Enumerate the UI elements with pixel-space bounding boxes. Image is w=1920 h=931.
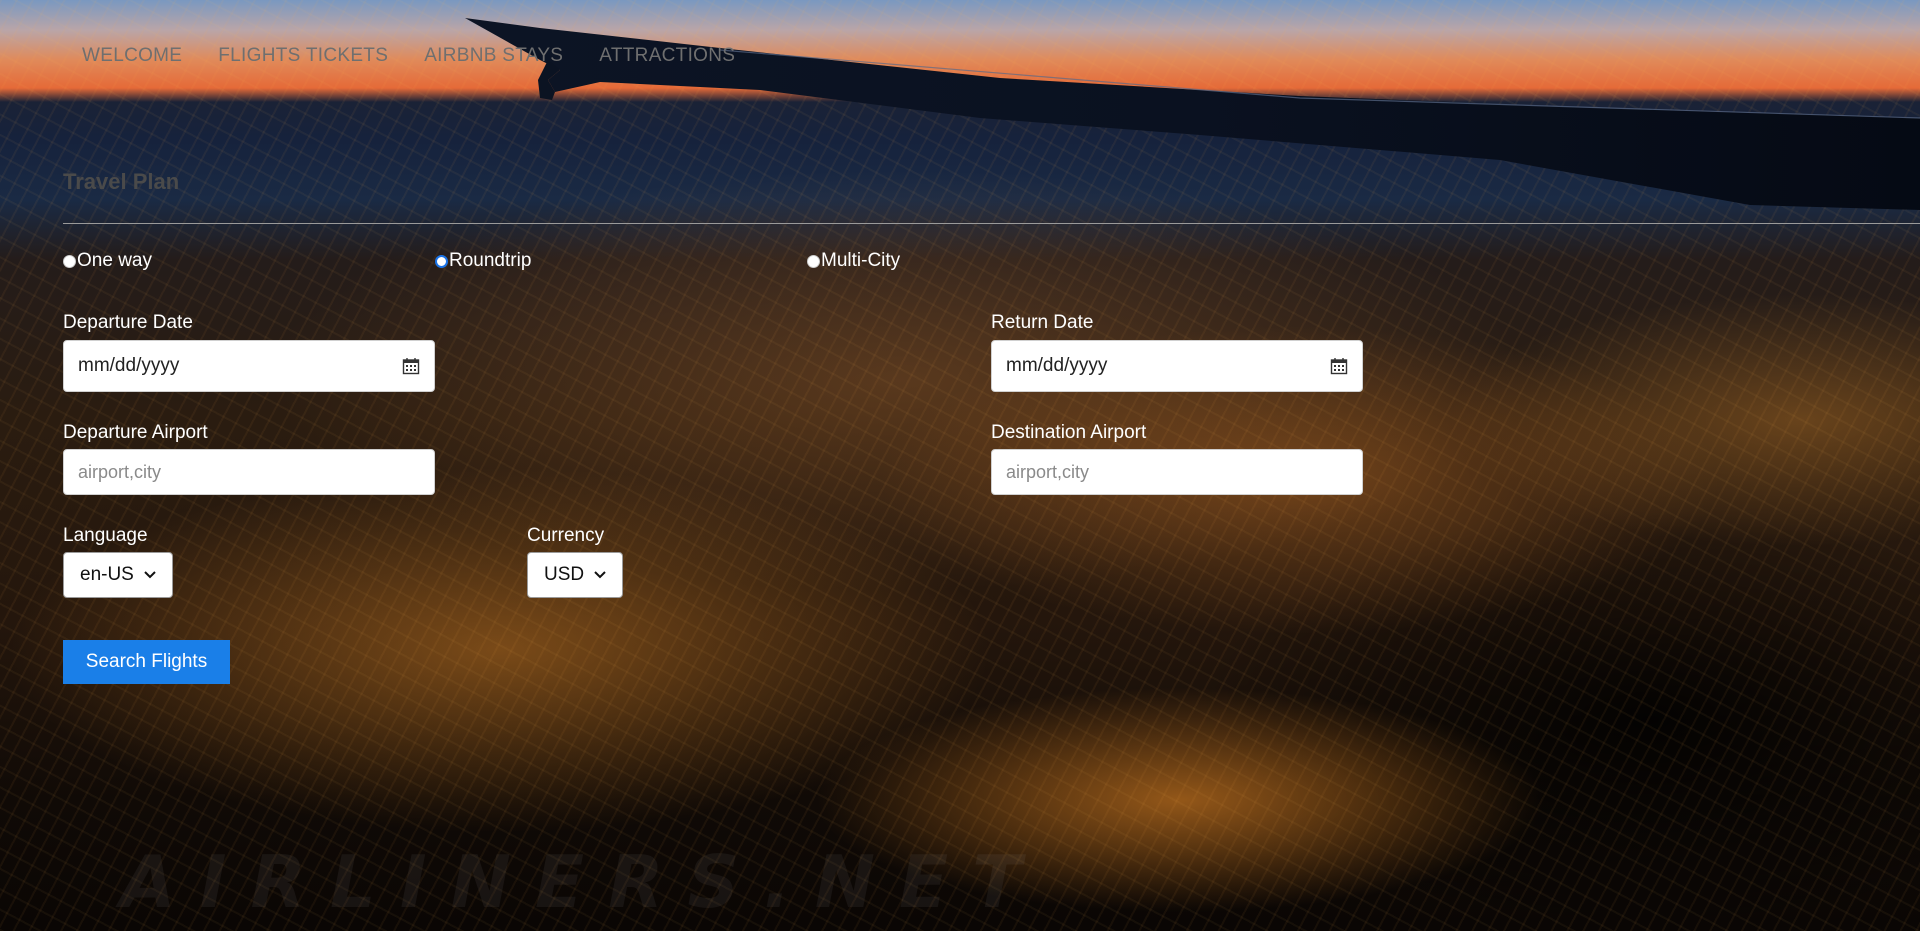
nav-airbnb-stays[interactable]: AIRBNB STAYS	[406, 44, 581, 68]
return-date-value: mm/dd/yyyy	[1006, 355, 1108, 376]
calendar-icon[interactable]	[402, 357, 420, 375]
language-value: en-US	[80, 564, 134, 585]
departure-airport-input[interactable]: airport,city	[63, 449, 435, 495]
return-date-label: Return Date	[991, 312, 1094, 333]
currency-select[interactable]: USD	[527, 552, 623, 598]
language-label: Language	[63, 525, 148, 546]
search-flights-button[interactable]: Search Flights	[63, 640, 230, 684]
departure-date-label: Departure Date	[63, 312, 193, 333]
currency-value: USD	[544, 564, 585, 585]
chevron-down-icon	[144, 571, 156, 579]
trip-type-label: Roundtrip	[449, 250, 532, 271]
trip-type-multi-city[interactable]: Multi-City	[807, 250, 900, 272]
chevron-down-icon	[594, 571, 606, 579]
nav-flights-tickets[interactable]: FLIGHTS TICKETS	[200, 44, 406, 68]
currency-label: Currency	[527, 525, 605, 546]
radio-one-way[interactable]	[63, 254, 76, 268]
departure-airport-placeholder: airport,city	[78, 461, 162, 482]
departure-date-input[interactable]: mm/dd/yyyy	[63, 340, 435, 392]
language-select[interactable]: en-US	[63, 552, 173, 598]
calendar-icon[interactable]	[1330, 357, 1348, 375]
page-title: Travel Plan	[63, 169, 180, 194]
departure-airport-label: Departure Airport	[63, 422, 208, 443]
page-background: AIRLINERS.NET WELCOME FLIGHTS TICKETS AI…	[0, 0, 1920, 931]
return-date-input[interactable]: mm/dd/yyyy	[991, 340, 1363, 392]
nav-attractions[interactable]: ATTRACTIONS	[581, 44, 753, 68]
trip-type-label: Multi-City	[821, 250, 901, 271]
trip-type-label: One way	[77, 250, 152, 271]
top-nav: WELCOME FLIGHTS TICKETS AIRBNB STAYS ATT…	[64, 44, 753, 68]
watermark-text: AIRLINERS.NET	[120, 840, 1046, 924]
radio-roundtrip[interactable]	[435, 254, 448, 268]
destination-airport-label: Destination Airport	[991, 422, 1147, 443]
trip-type-roundtrip[interactable]: Roundtrip	[435, 250, 531, 272]
departure-date-value: mm/dd/yyyy	[78, 355, 180, 376]
destination-airport-input[interactable]: airport,city	[991, 449, 1363, 495]
trip-type-one-way[interactable]: One way	[63, 250, 152, 272]
destination-airport-placeholder: airport,city	[1006, 461, 1090, 482]
nav-welcome[interactable]: WELCOME	[64, 44, 200, 68]
radio-multi-city[interactable]	[807, 254, 820, 268]
title-divider	[63, 223, 1920, 224]
